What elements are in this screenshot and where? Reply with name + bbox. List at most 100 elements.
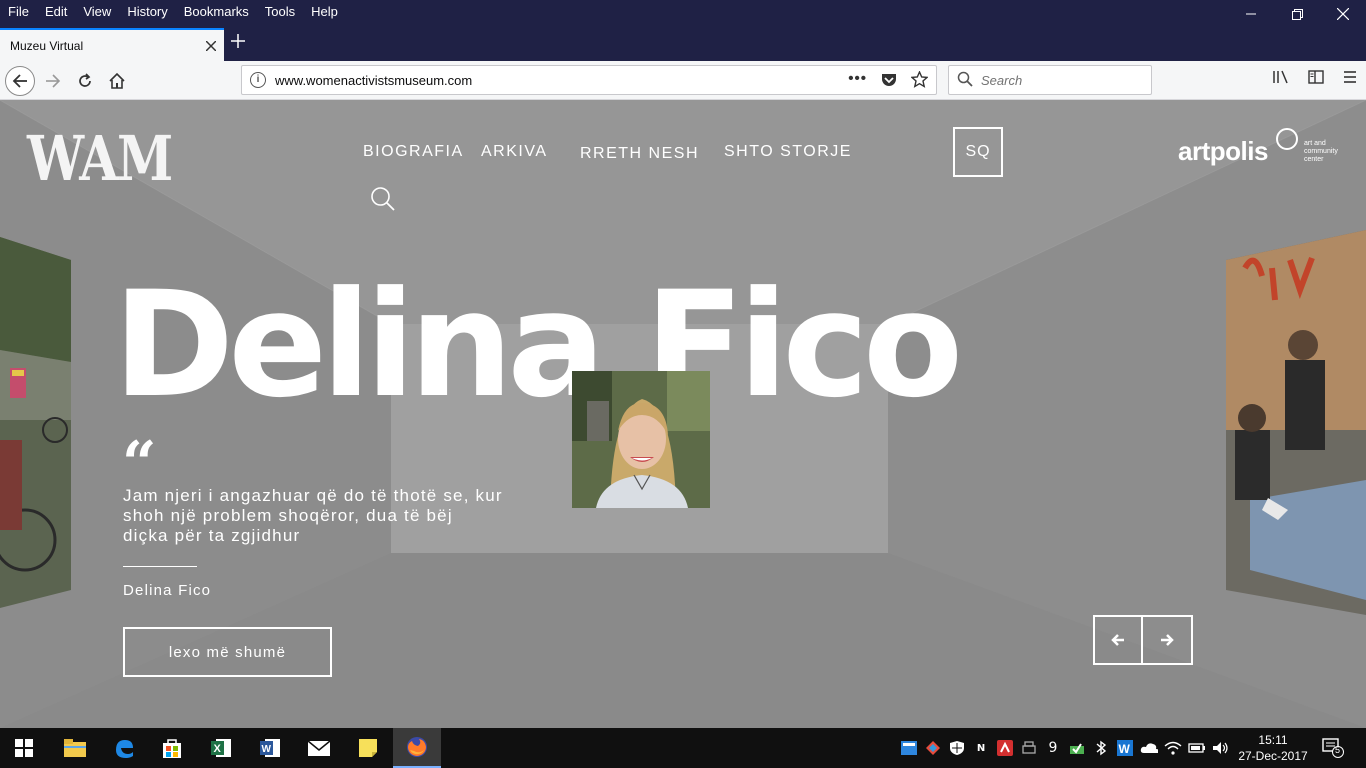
home-icon: [109, 73, 125, 89]
hero-quote: Jam njeri i angazhuar që do të thotë se,…: [123, 486, 503, 545]
windows-logo-icon: [15, 739, 33, 757]
minimize-icon: [1246, 13, 1256, 15]
notification-icon: [1322, 738, 1344, 758]
tray-w-icon[interactable]: W: [1116, 739, 1134, 757]
onedrive-icon[interactable]: [1140, 739, 1158, 757]
taskbar-word[interactable]: W: [246, 728, 294, 768]
wifi-icon[interactable]: [1164, 739, 1182, 757]
mail-icon: [307, 740, 331, 756]
taskbar-edge[interactable]: [100, 728, 148, 768]
svg-text:W: W: [262, 744, 272, 755]
battery-icon[interactable]: [1188, 739, 1206, 757]
address-bar[interactable]: i www.womenactivistsmuseum.com •••: [241, 65, 937, 95]
store-icon: [163, 739, 181, 758]
volume-icon[interactable]: [1212, 739, 1230, 757]
clock-date: 27-Dec-2017: [1238, 749, 1308, 763]
folder-icon: [64, 739, 86, 757]
search-icon: [957, 71, 973, 87]
read-more-button[interactable]: lexo më shumë: [123, 627, 332, 677]
reload-button[interactable]: [70, 66, 100, 96]
tray-check-icon[interactable]: [1068, 739, 1086, 757]
arrow-left-icon: [12, 74, 27, 88]
home-button[interactable]: [102, 66, 132, 96]
library-icon[interactable]: [1272, 69, 1290, 85]
taskbar-sticky-notes[interactable]: [344, 728, 392, 768]
nav-shto-storje[interactable]: SHTO STORJE: [724, 143, 852, 161]
portrait-photo-graphic: [572, 371, 710, 508]
browser-search-box[interactable]: Search: [948, 65, 1152, 95]
page-actions-icon[interactable]: •••: [848, 70, 867, 88]
window-titlebar: File Edit View History Bookmarks Tools H…: [0, 0, 1366, 24]
start-button[interactable]: [0, 728, 48, 768]
right-wall-photo[interactable]: [1226, 230, 1366, 615]
info-icon[interactable]: i: [250, 72, 266, 88]
site-search-button[interactable]: [370, 186, 396, 216]
bluetooth-icon[interactable]: [1092, 739, 1110, 757]
menu-file[interactable]: File: [0, 0, 37, 24]
tray-printer-icon[interactable]: [1020, 739, 1038, 757]
next-slide-button[interactable]: [1143, 615, 1193, 665]
svg-text:X: X: [214, 743, 222, 755]
menu-tools[interactable]: Tools: [257, 0, 303, 24]
word-icon: W: [260, 739, 280, 757]
nav-rreth-nesh[interactable]: RRETH NESH: [580, 145, 699, 163]
tray-color-icon[interactable]: [924, 739, 942, 757]
tab-strip: Muzeu Virtual: [0, 24, 1366, 61]
artpolis-tagline: art and community center: [1304, 140, 1338, 163]
system-clock[interactable]: 15:11 27-Dec-2017: [1238, 732, 1308, 764]
sidebar-icon[interactable]: [1308, 69, 1324, 85]
tab-title: Muzeu Virtual: [10, 39, 84, 53]
back-button[interactable]: [5, 66, 35, 96]
previous-slide-button[interactable]: [1093, 615, 1143, 665]
pocket-icon[interactable]: [881, 72, 897, 88]
taskbar-file-explorer[interactable]: [51, 728, 99, 768]
menu-view[interactable]: View: [75, 0, 119, 24]
webpage: WAM BIOGRAFIA ARKIVA RRETH NESH SHTO STO…: [0, 100, 1366, 728]
quote-mark-icon: “: [122, 429, 157, 499]
url-text[interactable]: www.womenactivistsmuseum.com: [275, 73, 472, 88]
windows-taskbar: X W N 9 W 15:11 27-Dec-2017 5: [0, 728, 1366, 768]
tray-count[interactable]: 9: [1044, 739, 1062, 757]
notification-count: 5: [1335, 745, 1341, 755]
taskbar-firefox[interactable]: [393, 728, 441, 768]
svg-text:W: W: [1119, 742, 1131, 756]
portrait-photo[interactable]: [572, 371, 710, 508]
restore-icon: [1291, 8, 1303, 20]
nav-biografia[interactable]: BIOGRAFIA: [363, 143, 464, 161]
forward-button[interactable]: [38, 66, 68, 96]
language-button[interactable]: SQ: [953, 127, 1003, 177]
tab-muzeu-virtual[interactable]: Muzeu Virtual: [0, 28, 224, 61]
bookmark-star-icon[interactable]: [911, 71, 928, 88]
new-tab-button[interactable]: [230, 32, 246, 52]
taskbar-excel[interactable]: X: [197, 728, 245, 768]
notification-center-button[interactable]: 5: [1322, 738, 1344, 762]
plus-icon: [231, 34, 245, 48]
menu-bookmarks[interactable]: Bookmarks: [176, 0, 257, 24]
close-icon: [1337, 8, 1349, 20]
sticky-note-icon: [359, 739, 377, 757]
slider-navigation: [1093, 615, 1193, 665]
clock-time: 15:11: [1258, 733, 1288, 747]
menu-history[interactable]: History: [119, 0, 175, 24]
tray-app-icon[interactable]: [900, 739, 918, 757]
hamburger-menu-icon[interactable]: [1342, 69, 1358, 85]
arrow-right-icon: [1161, 634, 1174, 646]
edge-icon: [116, 740, 133, 758]
arrow-left-icon: [1111, 634, 1124, 646]
taskbar-store[interactable]: [148, 728, 196, 768]
left-wall-photo[interactable]: [0, 237, 71, 608]
reload-icon: [79, 73, 91, 87]
search-placeholder: Search: [981, 73, 1023, 88]
tray-antivirus-icon[interactable]: [996, 739, 1014, 757]
arrow-right-icon: [46, 74, 61, 88]
tray-nvidia-icon[interactable]: N: [972, 739, 990, 757]
menu-edit[interactable]: Edit: [37, 0, 75, 24]
excel-icon: X: [211, 739, 231, 757]
taskbar-mail[interactable]: [295, 728, 343, 768]
search-icon: [371, 187, 395, 211]
tab-close-icon[interactable]: [205, 36, 217, 56]
wam-logo[interactable]: WAM: [27, 124, 173, 194]
tray-shield-icon[interactable]: [948, 739, 966, 757]
nav-arkiva[interactable]: ARKIVA: [481, 143, 548, 161]
menu-help[interactable]: Help: [303, 0, 346, 24]
